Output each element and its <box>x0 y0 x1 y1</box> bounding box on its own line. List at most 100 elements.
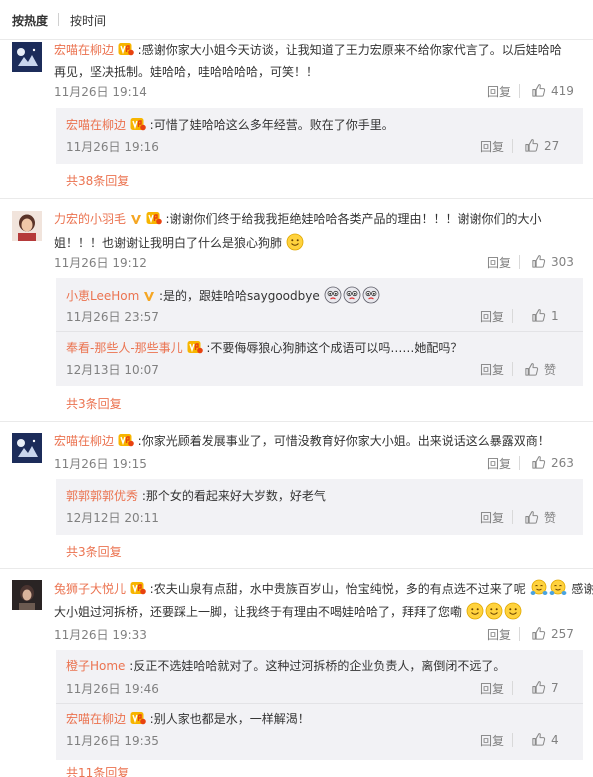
avatar[interactable] <box>12 433 42 463</box>
reply-body: :别人家也都是水，一样解渴！ <box>149 712 310 726</box>
more-replies-link[interactable]: 共3条回复 <box>66 543 122 560</box>
like-count: 7 <box>551 681 559 695</box>
action-divider <box>519 627 520 641</box>
comment-text-line2: 大小姐过河拆桥，还要踩上一脚，让我终于有理由不喝娃哈哈了，拜拜了您嘞 <box>54 602 523 621</box>
timestamp: 11月26日 23:57 <box>66 310 159 324</box>
username-link[interactable]: 郭郭郭郭优秀 <box>66 489 138 503</box>
cry-emoji-icon <box>324 286 342 304</box>
comment-divider <box>0 421 593 422</box>
reply-button[interactable]: 回复 <box>487 254 511 271</box>
reply-text: 宏喵在柳边 :别人家也都是水，一样解渴！ <box>66 710 310 728</box>
more-replies-link[interactable]: 共11条回复 <box>66 764 129 777</box>
like-count: 303 <box>551 255 574 269</box>
username-link[interactable]: 宏喵在柳边 <box>66 712 126 726</box>
like-count: 1 <box>551 309 559 323</box>
action-divider <box>512 362 513 376</box>
timestamp: 12月12日 20:11 <box>66 511 159 525</box>
comment-body: :谢谢你们终于给我我拒绝娃哈哈各类产品的理由！！！谢谢你们的大小 <box>165 212 542 226</box>
like-button[interactable]: 7 <box>531 680 559 695</box>
reply-button[interactable]: 回复 <box>480 509 504 526</box>
username-link[interactable]: 奉看-那些人-那些事儿 <box>66 341 183 355</box>
member-badge-icon <box>130 117 146 131</box>
like-count: 赞 <box>544 511 557 525</box>
like-button[interactable]: 4 <box>531 732 559 747</box>
timestamp: 11月26日 19:33 <box>54 628 147 642</box>
username-link[interactable]: 小恵LeeHom <box>66 289 139 303</box>
username-link[interactable]: 橙子Home <box>66 659 125 673</box>
like-button[interactable]: 1 <box>531 308 559 323</box>
reply-button[interactable]: 回复 <box>480 361 504 378</box>
member-badge-icon <box>187 340 203 354</box>
like-button[interactable]: 419 <box>531 83 574 98</box>
like-button[interactable]: 赞 <box>524 361 556 378</box>
reply-divider <box>56 331 583 332</box>
reply-text: 郭郭郭郭优秀 :那个女的看起来好大岁数，好老气 <box>66 487 326 505</box>
reply-text: 小恵LeeHom :是的，跟娃哈哈saygoodbye <box>66 286 381 305</box>
reply-body: :反正不选娃哈哈就对了。这种过河拆桥的企业负责人，离倒闭不远了。 <box>129 659 506 673</box>
like-button[interactable]: 赞 <box>524 509 556 526</box>
like-button[interactable]: 257 <box>531 626 574 641</box>
reply-button[interactable]: 回复 <box>480 308 504 325</box>
reply-body: :不要侮辱狼心狗肺这个成语可以吗……她配吗？ <box>206 341 463 355</box>
action-divider <box>512 681 513 695</box>
reply-button[interactable]: 回复 <box>487 83 511 100</box>
action-divider <box>519 84 520 98</box>
like-button[interactable]: 263 <box>531 455 574 470</box>
member-badge-icon <box>130 581 146 595</box>
timestamp: 11月26日 19:15 <box>54 457 147 471</box>
reply-button[interactable]: 回复 <box>480 680 504 697</box>
username-link[interactable]: 宏喵在柳边 <box>54 434 114 448</box>
reply-body: :可惜了娃哈哈这么多年经营。败在了你手里。 <box>149 118 394 132</box>
cry-emoji-icon <box>362 286 380 304</box>
username-link[interactable]: 兔狮子大悦儿 <box>54 582 126 596</box>
like-button[interactable]: 27 <box>524 138 559 153</box>
comment-body: 大小姐过河拆桥，还要踩上一脚，让我终于有理由不喝娃哈哈了，拜拜了您嘞 <box>54 605 463 619</box>
reply-button[interactable]: 回复 <box>487 626 511 643</box>
timestamp: 11月26日 19:35 <box>66 734 159 748</box>
sort-tab-time[interactable]: 按时间 <box>70 12 106 29</box>
avatar[interactable] <box>12 580 42 610</box>
thumbs-up-icon <box>531 83 546 98</box>
more-replies-link[interactable]: 共3条回复 <box>66 395 122 412</box>
timestamp: 11月26日 19:12 <box>54 256 147 270</box>
member-badge-icon <box>118 42 134 56</box>
comment-body: 姐！！！也谢谢让我明白了什么是狼心狗肺 <box>54 236 283 250</box>
comment-text-line2: 姐！！！也谢谢让我明白了什么是狼心狗肺 <box>54 233 305 252</box>
sort-separator <box>58 13 59 26</box>
reply-button[interactable]: 回复 <box>480 138 504 155</box>
thumbs-up-icon <box>531 254 546 269</box>
avatar[interactable] <box>12 211 42 241</box>
comment-divider <box>0 198 593 199</box>
timestamp: 12月13日 10:07 <box>66 363 159 377</box>
like-count: 257 <box>551 627 574 641</box>
timestamp: 11月26日 19:16 <box>66 140 159 154</box>
username-link[interactable]: 宏喵在柳边 <box>54 43 114 57</box>
sort-bar: 按热度 按时间 <box>0 0 593 40</box>
smile-emoji-icon <box>286 233 304 251</box>
verified-v-icon <box>130 213 142 225</box>
like-button[interactable]: 303 <box>531 254 574 269</box>
action-divider <box>512 139 513 153</box>
username-link[interactable]: 力宏的小羽毛 <box>54 212 126 226</box>
smile-emoji-icon <box>466 602 484 620</box>
action-divider <box>512 309 513 323</box>
member-badge-icon <box>130 711 146 725</box>
avatar[interactable] <box>12 42 42 72</box>
reply-button[interactable]: 回复 <box>480 732 504 749</box>
reply-divider <box>56 703 583 704</box>
reply-button[interactable]: 回复 <box>487 455 511 472</box>
sort-tab-hot[interactable]: 按热度 <box>12 12 48 29</box>
member-badge-icon <box>118 433 134 447</box>
smile-emoji-icon <box>485 602 503 620</box>
username-link[interactable]: 宏喵在柳边 <box>66 118 126 132</box>
comment-text: 宏喵在柳边 :你家光顾着发展事业了，可惜没教育好你家大小姐。出来说话这么暴露双商… <box>54 432 550 450</box>
comment-text: 力宏的小羽毛 :谢谢你们终于给我我拒绝娃哈哈各类产品的理由！！！谢谢你们的大小 <box>54 210 542 228</box>
comment-body: :感谢你家大小姐今天访谈，让我知道了王力宏原来不给你家代言了。以后娃哈哈 <box>137 43 562 57</box>
comment-divider <box>0 568 593 569</box>
like-count: 263 <box>551 456 574 470</box>
more-replies-link[interactable]: 共38条回复 <box>66 172 129 189</box>
comment-text: 兔狮子大悦儿 :农夫山泉有点甜，水中贵族百岁山，怡宝纯悦，多的有点选不过来了呢 … <box>54 579 593 598</box>
thumbs-up-icon <box>531 680 546 695</box>
member-badge-icon <box>146 211 162 225</box>
thumbs-up-icon <box>524 362 539 377</box>
